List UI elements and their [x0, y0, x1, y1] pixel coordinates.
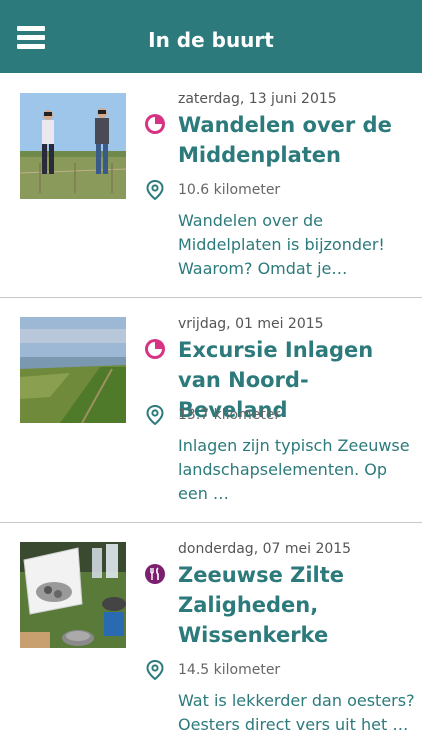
event-distance: 14.5 kilometer	[178, 662, 281, 678]
event-description: Inlagen zijn typisch Zeeuwse landschapse…	[178, 436, 410, 503]
event-thumbnail	[20, 542, 126, 648]
event-title[interactable]: Wandelen over de Middenplaten	[178, 110, 413, 170]
location-pin-icon	[146, 179, 164, 201]
event-date: donderdag, 07 mei 2015	[178, 541, 352, 557]
event-distance: 13.7 kilometer	[178, 407, 281, 423]
event-date: zaterdag, 13 juni 2015	[178, 91, 337, 107]
event-description: Wat is lekkerder dan oesters? Oesters di…	[178, 691, 415, 734]
event-thumbnail	[20, 93, 126, 199]
food-category-icon	[145, 564, 165, 584]
location-pin-icon	[146, 404, 164, 426]
event-distance: 10.6 kilometer	[178, 182, 281, 198]
walking-category-icon	[145, 114, 165, 134]
location-pin-icon	[146, 659, 164, 681]
event-date: vrijdag, 01 mei 2015	[178, 316, 324, 332]
list-item[interactable]: vrijdag, 01 mei 2015 Excursie Inlagen va…	[0, 298, 422, 522]
app-header: In de buurt	[0, 0, 422, 73]
walking-category-icon	[145, 339, 165, 359]
list-item[interactable]: donderdag, 07 mei 2015 Zeeuwse Zilte Zal…	[0, 523, 422, 750]
event-thumbnail	[20, 317, 126, 423]
event-title[interactable]: Zeeuwse Zilte Zaligheden, Wissenkerke	[178, 560, 413, 650]
event-description: Wandelen over de Middelplaten is bijzond…	[178, 211, 385, 278]
list-item[interactable]: zaterdag, 13 juni 2015 Wandelen over de …	[0, 73, 422, 297]
page-title: In de buurt	[148, 28, 274, 52]
